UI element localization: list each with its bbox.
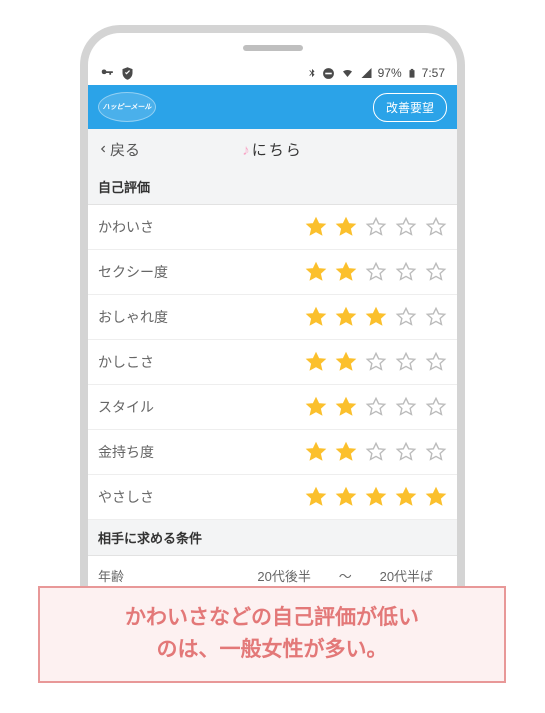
back-label: 戻る <box>110 139 140 160</box>
rating-label: かわいさ <box>98 217 305 237</box>
star-icon <box>425 261 447 283</box>
star-icon <box>365 486 387 508</box>
desired-val1: 20代後半 <box>257 566 310 585</box>
star-icon <box>425 306 447 328</box>
title-text: にちら <box>252 142 303 159</box>
star-icon <box>335 351 357 373</box>
app-header: ハッピーメール 改善要望 <box>88 85 457 129</box>
desired-label: 年齢 <box>98 566 243 585</box>
dnd-icon <box>322 67 335 80</box>
rating-row[interactable]: 金持ち度 <box>88 430 457 475</box>
nav-bar: 戻る ♪にちら <box>88 129 457 169</box>
wifi-icon <box>340 67 355 79</box>
star-icon <box>335 306 357 328</box>
annotation-callout: かわいさなどの自己評価が低い のは、一般女性が多い。 <box>38 586 506 683</box>
star-icon <box>425 486 447 508</box>
star-icon <box>335 396 357 418</box>
bluetooth-icon <box>307 66 317 80</box>
app-logo[interactable]: ハッピーメール <box>98 92 156 122</box>
star-icon <box>305 306 327 328</box>
section-header-desired: 相手に求める条件 <box>88 520 457 556</box>
request-button[interactable]: 改善要望 <box>373 93 447 122</box>
rating-row[interactable]: セクシー度 <box>88 250 457 295</box>
chevron-left-icon <box>98 142 108 156</box>
rating-label: やさしさ <box>98 487 305 507</box>
callout-line2: のは、一般女性が多い。 <box>157 638 388 661</box>
title-icon: ♪ <box>242 142 252 159</box>
rating-row[interactable]: やさしさ <box>88 475 457 520</box>
rating-label: おしゃれ度 <box>98 307 305 327</box>
desired-val2: 20代半ば <box>380 566 433 585</box>
star-icon <box>335 261 357 283</box>
callout-line1: かわいさなどの自己評価が低い <box>125 606 419 629</box>
content-area: 自己評価 かわいさ セクシー度 おしゃれ度 かしこさ スタイル 金持ち度 やさし… <box>88 169 457 600</box>
status-bar: 97% 7:57 <box>88 61 457 85</box>
section-header-self-eval: 自己評価 <box>88 169 457 205</box>
key-icon <box>100 66 114 80</box>
desired-tilde: ～ <box>339 566 352 585</box>
battery-icon <box>407 66 417 81</box>
star-icon <box>395 351 417 373</box>
star-icon <box>305 351 327 373</box>
star-icon <box>335 486 357 508</box>
star-icon <box>365 306 387 328</box>
star-icon <box>425 216 447 238</box>
rating-label: かしこさ <box>98 352 305 372</box>
phone-frame: 97% 7:57 ハッピーメール 改善要望 戻る ♪にちら 自己評価 かわいさ <box>80 25 465 680</box>
rating-stars <box>305 351 447 373</box>
star-icon <box>395 306 417 328</box>
star-icon <box>395 216 417 238</box>
star-icon <box>365 396 387 418</box>
star-icon <box>365 441 387 463</box>
star-icon <box>305 441 327 463</box>
star-icon <box>425 396 447 418</box>
rating-row[interactable]: かしこさ <box>88 340 457 385</box>
star-icon <box>305 396 327 418</box>
back-button[interactable]: 戻る <box>98 139 140 160</box>
star-icon <box>395 261 417 283</box>
rating-row[interactable]: スタイル <box>88 385 457 430</box>
phone-speaker <box>243 45 303 51</box>
star-icon <box>365 351 387 373</box>
rating-stars <box>305 216 447 238</box>
rating-label: スタイル <box>98 397 305 417</box>
desired-row[interactable]: 年齢 20代後半 ～ 20代半ば <box>88 556 457 587</box>
star-icon <box>305 216 327 238</box>
rating-label: セクシー度 <box>98 262 305 282</box>
star-icon <box>395 441 417 463</box>
star-icon <box>305 486 327 508</box>
rating-stars <box>305 441 447 463</box>
rating-stars <box>305 306 447 328</box>
star-icon <box>395 396 417 418</box>
clock-time: 7:57 <box>422 66 445 80</box>
rating-label: 金持ち度 <box>98 442 305 462</box>
rating-row[interactable]: かわいさ <box>88 205 457 250</box>
star-icon <box>365 261 387 283</box>
star-icon <box>425 351 447 373</box>
star-icon <box>305 261 327 283</box>
signal-icon <box>360 67 373 79</box>
shield-icon <box>120 66 135 81</box>
star-icon <box>395 486 417 508</box>
battery-pct: 97% <box>378 66 402 80</box>
star-icon <box>365 216 387 238</box>
star-icon <box>335 441 357 463</box>
ratings-list: かわいさ セクシー度 おしゃれ度 かしこさ スタイル 金持ち度 やさしさ <box>88 205 457 520</box>
page-title: ♪にちら <box>88 139 457 160</box>
rating-stars <box>305 396 447 418</box>
star-icon <box>335 216 357 238</box>
phone-screen: 97% 7:57 ハッピーメール 改善要望 戻る ♪にちら 自己評価 かわいさ <box>88 33 457 672</box>
star-icon <box>425 441 447 463</box>
rating-stars <box>305 486 447 508</box>
rating-stars <box>305 261 447 283</box>
rating-row[interactable]: おしゃれ度 <box>88 295 457 340</box>
